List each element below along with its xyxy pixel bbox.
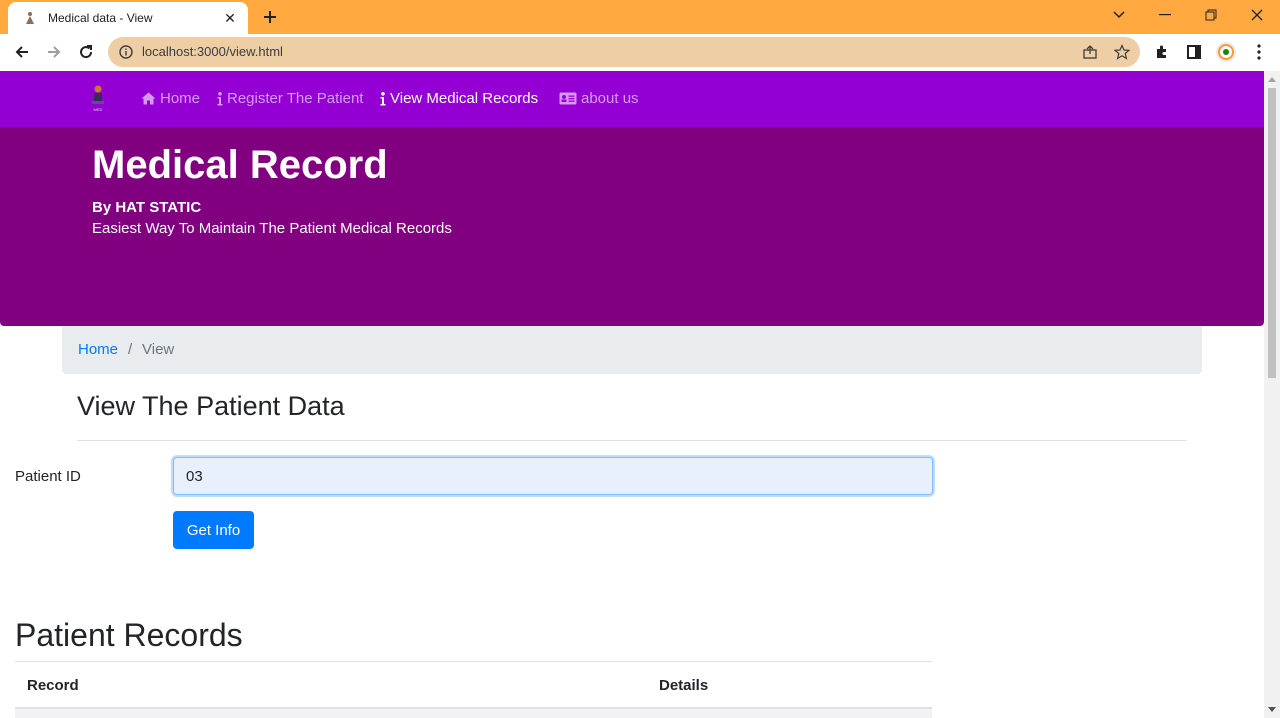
- tab-search-icon[interactable]: [1096, 0, 1142, 30]
- restore-icon[interactable]: [1188, 0, 1234, 30]
- profile-avatar[interactable]: [1215, 41, 1237, 63]
- nav-view-records-label: View Medical Records: [390, 90, 539, 107]
- nav-register-label: Register The Patient: [227, 90, 364, 107]
- browser-tabstrip: Medical data - View ✕: [0, 0, 1280, 34]
- browser-tab[interactable]: Medical data - View ✕: [8, 2, 248, 34]
- minimize-icon[interactable]: [1142, 0, 1188, 30]
- close-tab-icon[interactable]: ✕: [222, 10, 238, 27]
- tab-title: Medical data - View: [48, 11, 153, 25]
- brand-logo[interactable]: MED: [82, 83, 114, 113]
- forward-icon[interactable]: [40, 38, 68, 66]
- close-window-icon[interactable]: [1234, 0, 1280, 30]
- share-icon[interactable]: [1082, 44, 1098, 60]
- home-icon: [141, 92, 156, 105]
- column-header-record: Record: [27, 677, 79, 694]
- records-title: Patient Records: [15, 617, 243, 653]
- nav-view-records[interactable]: View Medical Records: [380, 90, 538, 107]
- breadcrumb-separator: /: [128, 341, 133, 358]
- favicon-icon: [22, 10, 38, 26]
- get-info-button[interactable]: Get Info: [173, 511, 254, 549]
- extensions-icon[interactable]: [1153, 43, 1171, 61]
- menu-kebab-icon[interactable]: [1250, 43, 1268, 61]
- address-bar[interactable]: localhost:3000/view.html: [108, 37, 1140, 67]
- page-scrollbar[interactable]: [1264, 71, 1280, 718]
- patient-id-label: Patient ID: [15, 468, 81, 485]
- site-info-icon[interactable]: [118, 44, 134, 60]
- nav-about-us[interactable]: about us: [559, 90, 639, 107]
- nav-register-patient[interactable]: Register The Patient: [217, 90, 363, 107]
- side-panel-icon[interactable]: [1185, 43, 1203, 61]
- hero-banner: Medical Record By HAT STATIC Easiest Way…: [0, 127, 1264, 326]
- back-icon[interactable]: [8, 38, 36, 66]
- column-header-details: Details: [659, 677, 709, 694]
- svg-text:MED: MED: [94, 107, 103, 112]
- bookmark-star-icon[interactable]: [1113, 44, 1131, 60]
- reload-icon[interactable]: [72, 38, 100, 66]
- page-title: View The Patient Data: [77, 391, 345, 421]
- page-viewport: MED Home Register The Patient View Medic…: [0, 71, 1264, 718]
- patient-id-input[interactable]: [173, 457, 933, 495]
- breadcrumb: Home / View: [62, 326, 1202, 374]
- hero-tagline: Easiest Way To Maintain The Patient Medi…: [92, 220, 452, 237]
- info-icon: [217, 91, 223, 106]
- url-text: localhost:3000/view.html: [142, 44, 283, 59]
- nav-about-label: about us: [581, 90, 639, 107]
- table-row: [15, 709, 932, 718]
- hero-title: Medical Record: [92, 143, 388, 187]
- breadcrumb-current: View: [142, 341, 175, 358]
- hero-byline: By HAT STATIC: [92, 199, 202, 216]
- id-card-icon: [559, 92, 577, 105]
- table-top-border: [15, 661, 932, 662]
- browser-toolbar: localhost:3000/view.html: [0, 34, 1280, 71]
- scroll-up-icon[interactable]: [1268, 77, 1276, 82]
- scroll-down-icon[interactable]: [1268, 707, 1276, 712]
- scroll-thumb[interactable]: [1268, 88, 1276, 378]
- info-icon: [380, 91, 386, 106]
- new-tab-icon[interactable]: [258, 5, 282, 29]
- breadcrumb-home-link[interactable]: Home: [78, 341, 118, 358]
- nav-home-label: Home: [160, 90, 201, 107]
- nav-home[interactable]: Home: [141, 90, 200, 107]
- divider: [77, 440, 1187, 441]
- site-navbar: MED Home Register The Patient View Medic…: [0, 71, 1264, 127]
